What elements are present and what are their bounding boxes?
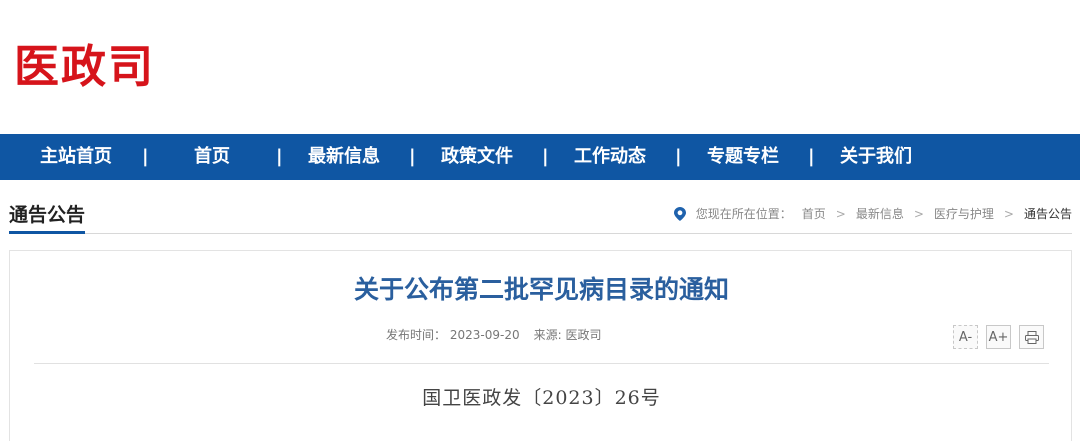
site-logo[interactable]: 医政司	[14, 38, 155, 96]
article-meta: 发布时间： 2023-09-20 来源: 医政司	[386, 326, 601, 343]
font-decrease-icon: A-	[958, 329, 973, 345]
section-title: 通告公告	[9, 204, 86, 234]
breadcrumb-medical-nursing[interactable]: 医疗与护理	[934, 205, 994, 222]
breadcrumb-prefix: 您现在所在位置：	[695, 207, 792, 221]
nav-item-special[interactable]: 专题专栏	[703, 134, 783, 180]
font-increase-icon: A+	[988, 329, 1009, 345]
location-pin-icon	[673, 206, 686, 221]
source-value: 医政司	[565, 328, 602, 342]
nav-separator: |	[142, 146, 149, 167]
nav-item-policy[interactable]: 政策文件	[437, 134, 517, 180]
source-label: 来源:	[533, 328, 562, 342]
breadcrumb-notices[interactable]: 通告公告	[1024, 205, 1072, 222]
nav-separator: |	[675, 146, 682, 167]
print-button[interactable]	[1019, 325, 1044, 349]
breadcrumb-latest[interactable]: 最新信息	[856, 205, 904, 222]
nav-item-about[interactable]: 关于我们	[836, 134, 916, 180]
nav-item-work-news[interactable]: 工作动态	[570, 134, 650, 180]
site-header: 医政司	[0, 0, 1080, 134]
breadcrumb-separator: >	[913, 206, 924, 221]
article-card: 关于公布第二批罕见病目录的通知 发布时间： 2023-09-20 来源: 医政司…	[9, 250, 1072, 441]
breadcrumb-home[interactable]: 首页	[802, 205, 826, 222]
source: 来源: 医政司	[534, 326, 602, 343]
nav-item-latest[interactable]: 最新信息	[304, 134, 384, 180]
document-number: 国卫医政发〔2023〕26号	[422, 387, 661, 409]
article-tools: A- A+	[953, 325, 1044, 349]
nav-separator: |	[409, 146, 416, 167]
main-nav: 主站首页 | 首页 | 最新信息 | 政策文件 | 工作动态 | 专题专栏 | …	[0, 134, 1080, 180]
print-icon	[1024, 330, 1039, 344]
nav-separator: |	[542, 146, 549, 167]
nav-separator: |	[808, 146, 815, 167]
publish-date: 发布时间： 2023-09-20	[386, 326, 520, 343]
publish-date-value: 2023-09-20	[449, 328, 520, 342]
nav-item-main-site[interactable]: 主站首页	[36, 134, 116, 180]
meta-divider	[34, 363, 1049, 364]
font-decrease-button[interactable]: A-	[953, 325, 978, 349]
publish-label: 发布时间：	[386, 328, 447, 342]
nav-item-home[interactable]: 首页	[186, 134, 238, 180]
breadcrumb-separator: >	[835, 206, 846, 221]
breadcrumb-separator: >	[1003, 206, 1014, 221]
section-header: 通告公告 您现在所在位置： 首页 > 最新信息 > 医疗与护理 > 通告公告	[9, 198, 1072, 234]
font-increase-button[interactable]: A+	[986, 325, 1011, 349]
breadcrumb: 您现在所在位置： 首页 > 最新信息 > 医疗与护理 > 通告公告	[673, 205, 1072, 222]
nav-separator: |	[276, 146, 283, 167]
article-title: 关于公布第二批罕见病目录的通知	[353, 275, 729, 304]
